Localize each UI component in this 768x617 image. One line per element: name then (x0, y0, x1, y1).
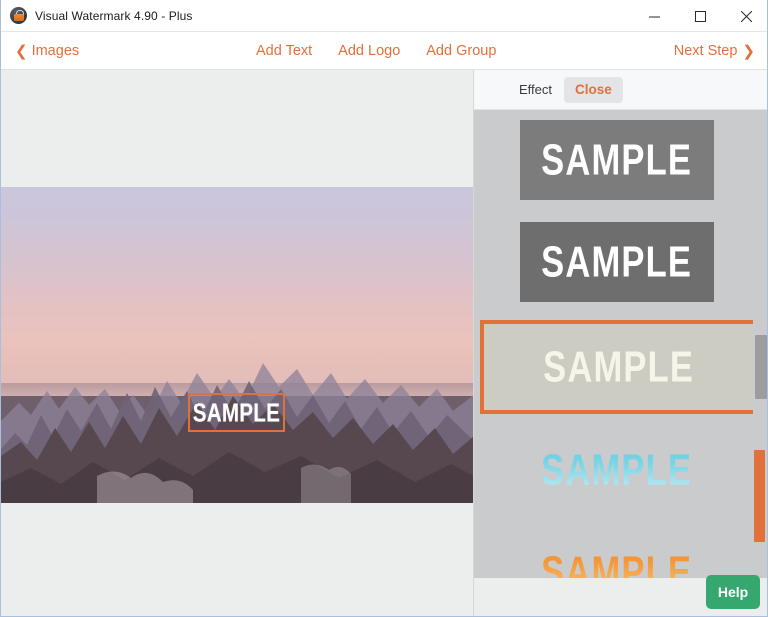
window-controls (631, 0, 767, 32)
preview-photo[interactable]: SAMPLE (1, 187, 473, 503)
close-icon[interactable] (723, 0, 767, 32)
effect-item-1[interactable]: SAMPLE (520, 222, 714, 302)
toolbar-center-group: Add Text Add Logo Add Group (256, 32, 496, 70)
watermark-text: SAMPLE (192, 397, 281, 427)
add-text-button[interactable]: Add Text (256, 43, 312, 59)
maximize-icon[interactable] (677, 0, 723, 32)
back-to-images-button[interactable]: ❮ Images (15, 32, 79, 70)
effect-item-4[interactable]: SAMPLE (520, 532, 714, 578)
chevron-left-icon: ❮ (15, 42, 28, 60)
effects-scrollbar-thumb[interactable] (755, 335, 767, 399)
add-logo-button[interactable]: Add Logo (338, 43, 400, 59)
effects-panel: Effect Close SAMPLE SAMPLE SAMPLE SAMPLE… (474, 70, 767, 616)
photo-near-ridge (1, 395, 473, 503)
title-bar: Visual Watermark 4.90 - Plus (1, 0, 767, 32)
chevron-right-icon: ❯ (742, 42, 755, 60)
effect-item-3[interactable]: SAMPLE (520, 430, 714, 510)
effect-preview-text: SAMPLE (541, 134, 693, 185)
effects-scrollbar-accent-thumb[interactable] (754, 450, 765, 542)
toolbar: ❮ Images Add Text Add Logo Add Group Nex… (1, 32, 767, 70)
effects-panel-header: Effect Close (474, 70, 767, 110)
image-canvas[interactable]: SAMPLE (1, 70, 474, 616)
effects-scrollbar-track[interactable] (753, 150, 767, 578)
close-effects-button[interactable]: Close (564, 76, 623, 103)
application-window: Visual Watermark 4.90 - Plus ❮ Images Ad… (0, 0, 768, 617)
effect-preview-text: SAMPLE (541, 444, 693, 495)
window-title: Visual Watermark 4.90 - Plus (35, 8, 193, 23)
effect-item-2-selected[interactable]: SAMPLE (480, 320, 758, 414)
help-button[interactable]: Help (706, 575, 760, 609)
back-to-images-label: Images (31, 43, 80, 59)
effect-item-0[interactable]: SAMPLE (520, 120, 714, 200)
effect-preview-text: SAMPLE (543, 341, 695, 392)
add-group-button[interactable]: Add Group (426, 43, 496, 59)
effects-list[interactable]: SAMPLE SAMPLE SAMPLE SAMPLE SAMPLE (474, 110, 767, 578)
next-step-label: Next Step (673, 43, 738, 59)
padlock-icon (10, 7, 27, 24)
effects-panel-title: Effect (519, 82, 553, 97)
effect-preview-text: SAMPLE (541, 236, 693, 287)
next-step-button[interactable]: Next Step ❯ (674, 32, 755, 70)
watermark-selection-box[interactable]: SAMPLE (188, 393, 285, 432)
minimize-icon[interactable] (631, 0, 677, 32)
effect-preview-text: SAMPLE (542, 546, 693, 578)
